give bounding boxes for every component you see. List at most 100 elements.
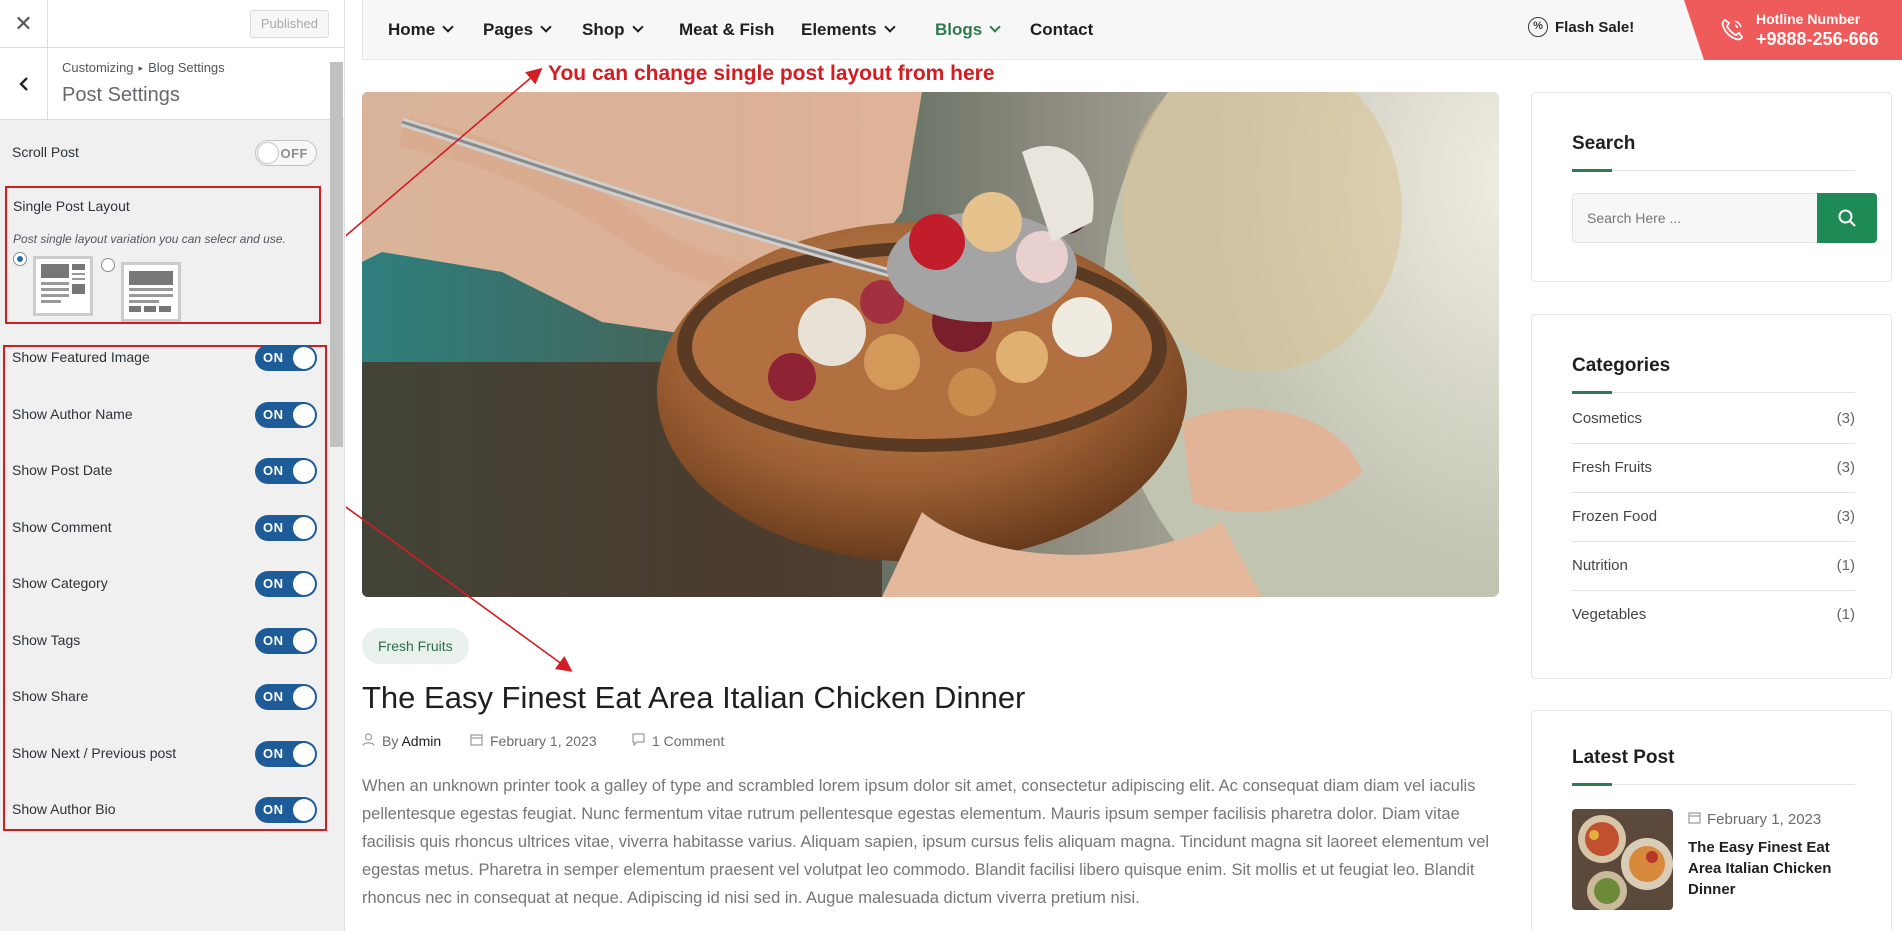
single-post-layout-description: Post single layout variation you can sel… <box>13 232 286 246</box>
tags-toggle[interactable]: ON <box>255 628 317 654</box>
categories-widget: Categories Cosmetics (3) Fresh Fruits (3) … <box>1531 314 1892 679</box>
annotation-text: You can change single post layout from h… <box>548 62 995 85</box>
calendar-icon <box>470 734 483 746</box>
scroll-post-toggle[interactable]: OFF <box>255 140 317 166</box>
category-item[interactable]: Frozen Food (3) <box>1572 493 1855 542</box>
post-excerpt: When an unknown printer took a galley of… <box>362 777 1490 907</box>
toggle-label: Show Next / Previous post <box>12 745 177 761</box>
category-count: (1) <box>1836 557 1855 574</box>
toggle-label: Show Comment <box>12 519 112 535</box>
category-item[interactable]: Fresh Fruits (3) <box>1572 444 1855 493</box>
search-input[interactable]: Search Here ... <box>1572 193 1817 243</box>
post-comments[interactable]: 1 Comment <box>632 733 724 749</box>
published-button[interactable]: Published <box>249 10 329 38</box>
scroll-post-row: Scroll Post OFF <box>12 138 317 168</box>
breadcrumb: Customizing ▸ Blog Settings <box>62 60 225 75</box>
toggle-row-post-date: Show Post Date ON <box>12 456 317 486</box>
toggle-knob <box>257 142 279 164</box>
toggle-state: ON <box>263 463 284 478</box>
site-preview: Home Pages Shop Meat & Fish Elements Blo… <box>346 0 1902 931</box>
layout-fullwidth-icon <box>129 271 173 312</box>
category-count: (1) <box>1836 606 1855 623</box>
toggle-row-author-bio: Show Author Bio ON <box>12 795 317 825</box>
post-date-toggle[interactable]: ON <box>255 458 317 484</box>
layout-1-radio[interactable] <box>13 252 27 266</box>
food-plates-photo <box>1572 809 1673 910</box>
section-title: Post Settings <box>62 84 180 106</box>
next-previous-toggle[interactable]: ON <box>255 741 317 767</box>
toggle-state: ON <box>263 520 284 535</box>
category-item[interactable]: Vegetables (1) <box>1572 591 1855 640</box>
featured-image-toggle[interactable]: ON <box>255 345 317 371</box>
search-widget-title: Search <box>1572 133 1636 154</box>
latest-post-widget-title: Latest Post <box>1572 747 1675 768</box>
post-date-text: February 1, 2023 <box>490 733 597 749</box>
category-item[interactable]: Cosmetics (3) <box>1572 395 1855 444</box>
toggle-state: OFF <box>280 146 308 161</box>
toggle-knob <box>293 743 315 765</box>
category-name: Nutrition <box>1572 557 1628 574</box>
category-toggle[interactable]: ON <box>255 571 317 597</box>
divider <box>1572 392 1855 393</box>
toggle-row-featured-image: Show Featured Image ON <box>12 343 317 373</box>
category-item[interactable]: Nutrition (1) <box>1572 542 1855 591</box>
author-bio-toggle[interactable]: ON <box>255 797 317 823</box>
customizer-scrollbar[interactable] <box>330 62 343 447</box>
back-button[interactable] <box>0 48 48 119</box>
single-post-layout-label: Single Post Layout <box>13 198 130 214</box>
layout-1-thumbnail[interactable] <box>33 256 93 316</box>
toggle-knob <box>293 686 315 708</box>
breadcrumb-item: Customizing <box>62 60 134 75</box>
latest-post-widget: Latest Post February 1, 2023 The Easy Fi… <box>1531 710 1892 931</box>
toggle-knob <box>293 347 315 369</box>
title-accent <box>1572 391 1612 394</box>
divider <box>1572 170 1855 171</box>
toggle-state: ON <box>263 746 284 761</box>
categories-widget-title: Categories <box>1572 355 1671 376</box>
toggle-label: Show Tags <box>12 632 81 648</box>
toggle-knob <box>293 630 315 652</box>
breadcrumb-separator-icon: ▸ <box>138 63 144 73</box>
toggle-state: ON <box>263 802 284 817</box>
layout-sidebar-icon <box>41 264 85 303</box>
layout-2-thumbnail[interactable] <box>121 262 181 322</box>
calendar-icon <box>1688 812 1701 824</box>
latest-post-date: February 1, 2023 <box>1688 811 1821 828</box>
toggle-state: ON <box>263 350 284 365</box>
title-accent <box>1572 169 1612 172</box>
close-icon[interactable]: ✕ <box>0 0 48 47</box>
search-widget: Search Search Here ... <box>1531 92 1892 282</box>
toggle-knob <box>293 460 315 482</box>
author-prefix: By <box>382 733 399 749</box>
category-count: (3) <box>1836 410 1855 427</box>
single-post-layout-control: Single Post Layout Post single layout va… <box>5 186 321 324</box>
user-icon <box>362 733 375 746</box>
category-name: Vegetables <box>1572 606 1647 623</box>
toggle-state: ON <box>263 689 284 704</box>
customizer-header: ✕ Published <box>0 0 344 48</box>
toggle-state: ON <box>263 633 284 648</box>
toggle-knob <box>293 573 315 595</box>
category-name: Frozen Food <box>1572 508 1658 525</box>
category-name: Cosmetics <box>1572 410 1643 427</box>
scroll-post-label: Scroll Post <box>12 144 79 160</box>
author-name-toggle[interactable]: ON <box>255 402 317 428</box>
layout-2-radio[interactable] <box>101 258 115 272</box>
latest-post-thumbnail[interactable] <box>1572 809 1673 910</box>
comment-count: 1 Comment <box>652 733 725 749</box>
toggle-label: Show Share <box>12 688 89 704</box>
toggle-row-tags: Show Tags ON <box>12 626 317 656</box>
latest-post-date-text: February 1, 2023 <box>1707 811 1822 828</box>
post-category-badge[interactable]: Fresh Fruits <box>362 628 469 664</box>
search-button[interactable] <box>1817 193 1877 243</box>
chevron-left-icon <box>18 76 28 91</box>
toggle-label: Show Author Bio <box>12 801 116 817</box>
section-header: Customizing ▸ Blog Settings Post Settings <box>0 48 344 120</box>
author-link[interactable]: Admin <box>401 733 441 749</box>
post-date: February 1, 2023 <box>470 733 597 749</box>
comment-icon <box>632 733 645 746</box>
share-toggle[interactable]: ON <box>255 684 317 710</box>
comment-toggle[interactable]: ON <box>255 515 317 541</box>
category-name: Fresh Fruits <box>1572 459 1653 476</box>
latest-post-title[interactable]: The Easy Finest Eat Area Italian Chicken… <box>1688 837 1838 900</box>
